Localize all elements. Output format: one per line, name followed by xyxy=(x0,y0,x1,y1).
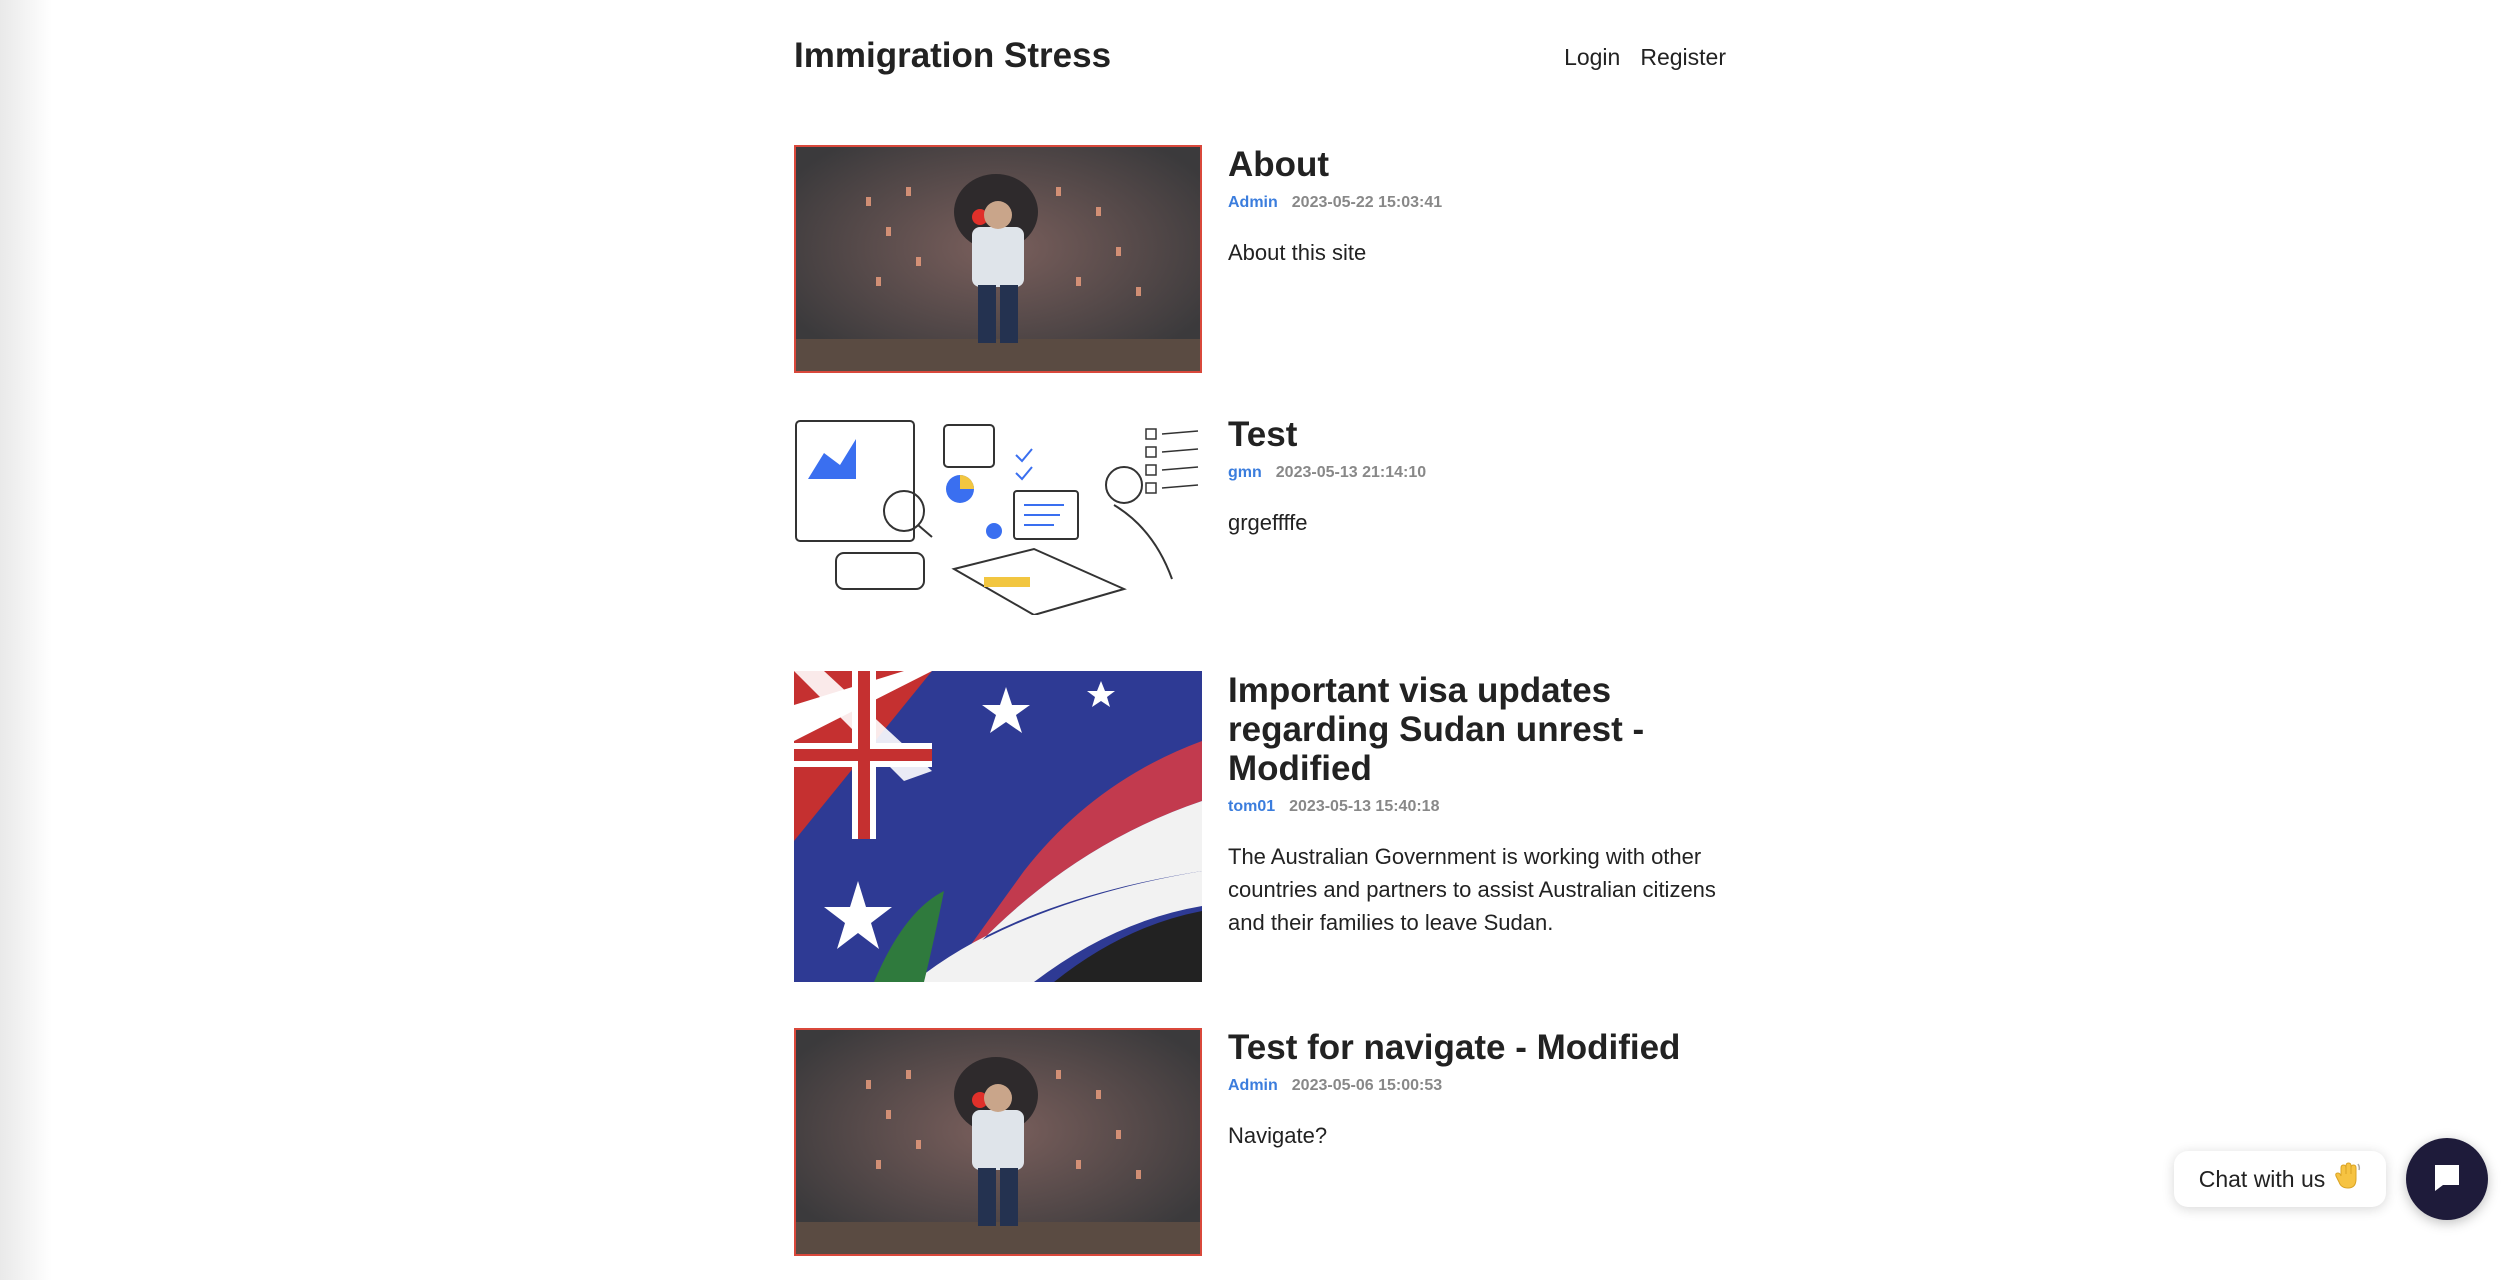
post-excerpt: grgeffffe xyxy=(1228,510,1308,535)
post-title[interactable]: Test xyxy=(1228,415,1726,454)
post-thumbnail-sketch[interactable] xyxy=(794,419,1202,615)
post-meta: gmn 2023-05-13 21:14:10 xyxy=(1228,464,1726,482)
post-excerpt: About this site xyxy=(1228,240,1367,265)
wave-hand-icon xyxy=(2335,1162,2361,1196)
laptop-dashboard-sketch-image xyxy=(794,419,1202,615)
post-date: 2023-05-13 15:40:18 xyxy=(1289,798,1440,815)
chat-bubble-icon xyxy=(2431,1161,2463,1198)
post-body: About Admin 2023-05-22 15:03:41 About th… xyxy=(1228,145,1726,269)
main-container: Immigration Stress Login Register About … xyxy=(794,0,1726,1280)
post-author[interactable]: Admin xyxy=(1228,194,1278,212)
post-body: Important visa updates regarding Sudan u… xyxy=(1228,671,1726,939)
post-date: 2023-05-06 15:00:53 xyxy=(1291,1077,1443,1094)
post-author[interactable]: Admin xyxy=(1228,1077,1278,1095)
post-title[interactable]: Test for navigate - Modified xyxy=(1228,1028,1726,1067)
post-author[interactable]: gmn xyxy=(1228,464,1262,482)
post-meta: Admin 2023-05-06 15:00:53 xyxy=(1228,1077,1726,1095)
chat-with-us-pill[interactable]: Chat with us xyxy=(2174,1151,2386,1207)
post-body: Test gmn 2023-05-13 21:14:10 grgeffffe xyxy=(1228,415,1726,539)
post-thumbnail-robot[interactable] xyxy=(794,1028,1202,1256)
post-date: 2023-05-13 21:14:10 xyxy=(1275,464,1427,481)
post-thumbnail-flags[interactable] xyxy=(794,671,1202,982)
post-date: 2023-05-22 15:03:41 xyxy=(1291,194,1443,211)
post-thumbnail-robot[interactable] xyxy=(794,145,1202,373)
post-meta: Admin 2023-05-22 15:03:41 xyxy=(1228,194,1726,212)
post-title[interactable]: Important visa updates regarding Sudan u… xyxy=(1228,671,1726,788)
chat-launcher-button[interactable] xyxy=(2406,1138,2488,1220)
post-meta: tom01 2023-05-13 15:40:18 xyxy=(1228,798,1726,816)
post-excerpt: Navigate? xyxy=(1228,1123,1328,1148)
robot-head-illustration-image xyxy=(796,1030,1200,1254)
left-edge-shade xyxy=(0,0,52,1280)
site-header: Immigration Stress Login Register xyxy=(794,30,1726,86)
post-author[interactable]: tom01 xyxy=(1228,798,1275,816)
login-link[interactable]: Login xyxy=(1564,44,1620,71)
register-link[interactable]: Register xyxy=(1640,44,1726,71)
post-excerpt: The Australian Government is working wit… xyxy=(1228,844,1716,935)
flags-image xyxy=(794,671,1202,982)
robot-head-illustration-image xyxy=(796,147,1200,371)
post-body: Test for navigate - Modified Admin 2023-… xyxy=(1228,1028,1726,1152)
post-title[interactable]: About xyxy=(1228,145,1726,184)
top-nav: Login Register xyxy=(1564,44,1726,71)
chat-label: Chat with us xyxy=(2198,1165,2326,1192)
site-title-link[interactable]: Immigration Stress xyxy=(794,36,1111,76)
